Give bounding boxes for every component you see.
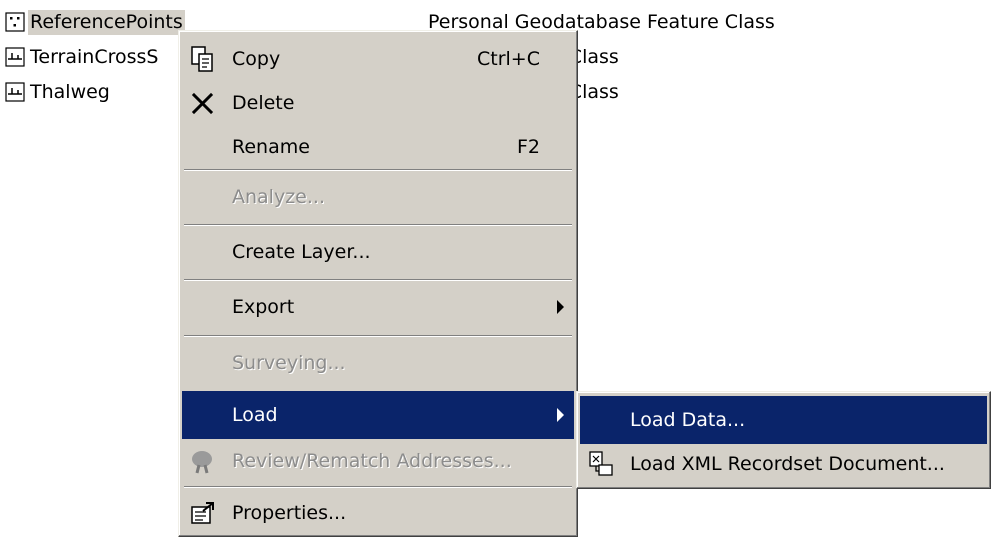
analyze-label: Analyze... <box>232 186 325 208</box>
rename-menu-item[interactable]: Rename F2 <box>182 123 574 171</box>
properties-label: Properties... <box>232 502 347 524</box>
surveying-label: Surveying... <box>232 352 346 374</box>
surveying-menu-item[interactable]: Surveying... <box>182 339 574 387</box>
line-feature-class-icon <box>5 82 25 102</box>
export-menu-item[interactable]: Export <box>182 283 574 331</box>
menu-separator <box>184 279 572 281</box>
delete-menu-item[interactable]: Delete <box>182 79 574 127</box>
menu-separator <box>184 486 572 488</box>
delete-label: Delete <box>232 92 295 114</box>
list-item-name[interactable]: TerrainCrossS <box>28 45 160 70</box>
load-xml-recordset-label: Load XML Recordset Document... <box>630 453 945 475</box>
load-data-menu-item[interactable]: Load Data... <box>580 396 987 444</box>
load-label: Load <box>232 404 278 426</box>
copy-label: Copy <box>232 48 281 70</box>
export-label: Export <box>232 296 295 318</box>
copy-shortcut: Ctrl+C <box>477 48 540 70</box>
delete-icon <box>191 92 214 115</box>
address-locator-icon <box>192 451 212 474</box>
properties-menu-item[interactable]: Properties... <box>182 489 574 537</box>
rename-shortcut: F2 <box>516 136 540 158</box>
load-menu-item[interactable]: Load <box>182 391 574 439</box>
copy-menu-item[interactable]: Copy Ctrl+C <box>182 35 574 83</box>
list-item-name[interactable]: ReferencePoints <box>28 10 185 35</box>
review-rematch-menu-item[interactable]: Review/Rematch Addresses... <box>182 437 574 485</box>
rename-label: Rename <box>232 136 310 158</box>
create-layer-label: Create Layer... <box>232 241 371 263</box>
submenu-arrow-icon <box>557 300 564 314</box>
context-menu: Copy Ctrl+C Delete Rename F2 Analyze... … <box>178 30 578 537</box>
list-item-name[interactable]: Thalweg <box>28 80 112 105</box>
review-rematch-label: Review/Rematch Addresses... <box>232 450 512 472</box>
copy-icon <box>191 46 213 72</box>
menu-separator <box>184 224 572 226</box>
submenu-arrow-icon <box>557 408 564 422</box>
properties-icon <box>191 502 214 524</box>
load-submenu: Load Data... Load XML Recordset Document… <box>576 391 991 489</box>
line-feature-class-icon <box>5 47 25 67</box>
load-xml-recordset-menu-item[interactable]: Load XML Recordset Document... <box>580 440 987 488</box>
load-data-label: Load Data... <box>630 409 746 431</box>
point-feature-class-icon <box>5 12 25 32</box>
analyze-menu-item[interactable]: Analyze... <box>182 173 574 221</box>
xml-recordset-icon <box>589 451 613 476</box>
create-layer-menu-item[interactable]: Create Layer... <box>182 228 574 276</box>
menu-separator <box>184 335 572 337</box>
menu-separator <box>184 169 572 171</box>
